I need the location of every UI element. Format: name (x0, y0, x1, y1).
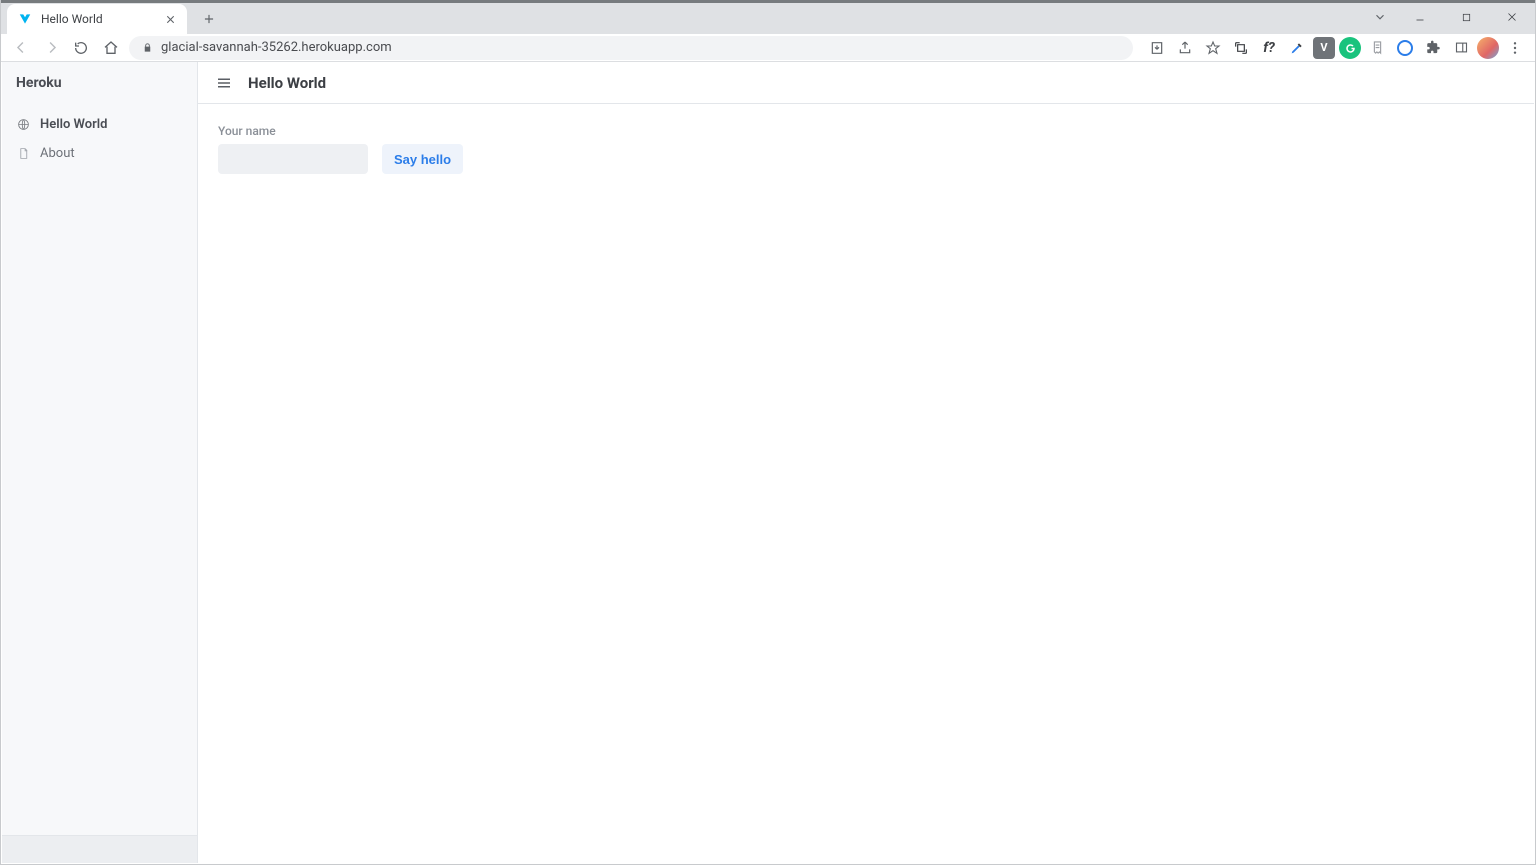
side-panel-icon[interactable] (1449, 36, 1473, 60)
window-controls (1363, 0, 1535, 34)
extension-receipt-icon[interactable] (1365, 36, 1389, 60)
new-tab-button[interactable] (195, 5, 223, 33)
app-header: Hello World (198, 62, 1534, 104)
app-root: Heroku Hello World About (2, 62, 1534, 863)
window-close-button[interactable] (1489, 0, 1535, 34)
bookmark-icon[interactable] (1201, 36, 1225, 60)
tab-strip: Hello World (1, 0, 1535, 34)
close-icon[interactable] (163, 12, 177, 26)
reload-button[interactable] (69, 36, 93, 60)
hello-form: Your name Say hello (218, 124, 1514, 174)
sidebar-footer (2, 835, 197, 863)
kebab-menu-icon[interactable] (1503, 36, 1527, 60)
page-content: Your name Say hello (198, 104, 1534, 194)
name-field-label: Your name (218, 124, 368, 138)
main-area: Hello World Your name Say hello (198, 62, 1534, 863)
back-button[interactable] (9, 36, 33, 60)
toolbar-right: f? V (1139, 36, 1527, 60)
sidebar: Heroku Hello World About (2, 62, 198, 863)
profile-avatar[interactable] (1477, 37, 1499, 59)
extension-grammarly-icon[interactable] (1339, 37, 1361, 59)
extension-1password-icon[interactable] (1393, 36, 1417, 60)
drawer-toggle-button[interactable] (214, 73, 234, 93)
home-button[interactable] (99, 36, 123, 60)
sidebar-item-hello-world[interactable]: Hello World (8, 110, 191, 139)
url-text: glacial-savannah-35262.herokuapp.com (161, 40, 1121, 55)
vaadin-icon (17, 11, 33, 27)
say-hello-button[interactable]: Say hello (382, 144, 463, 174)
lock-icon (141, 42, 153, 54)
share-icon[interactable] (1173, 36, 1197, 60)
sidebar-title: Heroku (2, 62, 197, 104)
extension-eyedropper-icon[interactable] (1285, 36, 1309, 60)
address-bar[interactable]: glacial-savannah-35262.herokuapp.com (129, 36, 1133, 60)
window-maximize-button[interactable] (1443, 0, 1489, 34)
tabs-dropdown-button[interactable] (1363, 0, 1397, 34)
tab-title: Hello World (41, 12, 155, 26)
sidebar-item-label: Hello World (40, 117, 108, 132)
forward-button[interactable] (39, 36, 63, 60)
window-top-stripe (1, 0, 1535, 3)
browser-toolbar: glacial-savannah-35262.herokuapp.com f? … (1, 34, 1535, 62)
extension-v-icon[interactable]: V (1313, 37, 1335, 59)
extensions-puzzle-icon[interactable] (1421, 36, 1445, 60)
install-app-icon[interactable] (1145, 36, 1169, 60)
sidebar-item-label: About (40, 146, 75, 161)
window-minimize-button[interactable] (1397, 0, 1443, 34)
browser-window: Hello World (0, 0, 1536, 865)
name-field-wrapper: Your name (218, 124, 368, 174)
sidebar-nav: Hello World About (2, 104, 197, 174)
globe-icon (16, 118, 30, 132)
name-input[interactable] (218, 144, 368, 174)
browser-tab-active[interactable]: Hello World (7, 4, 187, 34)
extension-crop-icon[interactable] (1229, 36, 1253, 60)
sidebar-item-about[interactable]: About (8, 139, 191, 168)
page-title: Hello World (248, 74, 326, 92)
document-icon (16, 147, 30, 161)
extension-fx-icon[interactable]: f? (1257, 36, 1281, 60)
